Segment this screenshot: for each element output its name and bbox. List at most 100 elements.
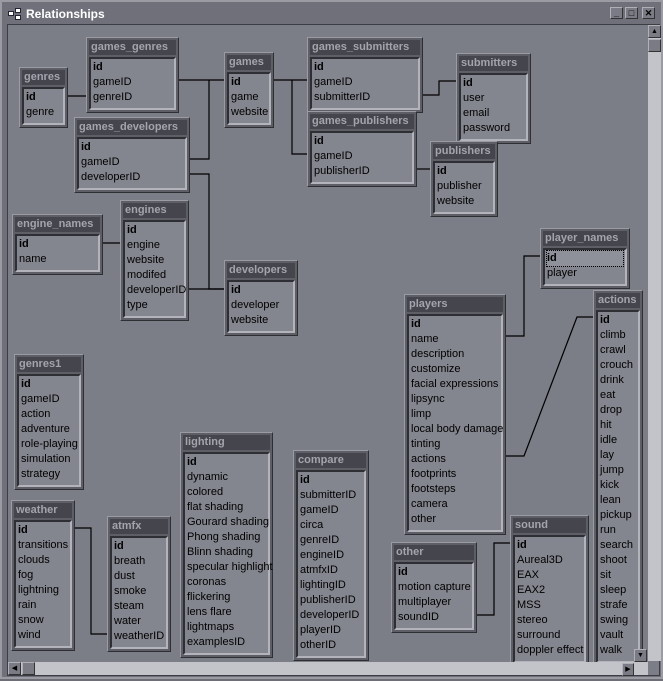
field-item[interactable]: publisherID (314, 164, 410, 179)
field-list[interactable]: id name (15, 234, 100, 272)
field-item[interactable]: local body damage (411, 422, 503, 437)
field-item[interactable]: id (463, 76, 524, 91)
field-item[interactable]: developerID (127, 283, 186, 298)
field-item[interactable]: id (600, 313, 636, 328)
field-item[interactable]: genre (26, 105, 61, 120)
table-title[interactable]: games_submitters (310, 40, 420, 55)
field-item[interactable]: gameID (314, 149, 410, 164)
field-item[interactable]: Aureal3D (517, 553, 582, 568)
field-item[interactable]: playerID (300, 623, 362, 638)
field-item[interactable]: id (517, 538, 582, 553)
field-item[interactable]: id (127, 223, 182, 238)
field-item[interactable]: crouch (600, 358, 636, 373)
field-item[interactable]: idle (600, 433, 636, 448)
table-games[interactable]: games id game website (224, 52, 274, 128)
table-sound[interactable]: sound id Aureal3D EAX EAX2 MSS stereo surround d… (510, 515, 589, 666)
table-title[interactable]: publishers (433, 144, 495, 159)
field-item[interactable]: footsteps (411, 482, 499, 497)
field-item[interactable]: fog (18, 568, 68, 583)
relationships-canvas[interactable]: genres id genre games_genres id gameID genreID… (7, 24, 660, 676)
field-list[interactable]: id Aureal3D EAX EAX2 MSS stereo surround dopple… (513, 535, 586, 663)
field-item[interactable]: developerID (300, 608, 362, 623)
table-player_names[interactable]: player_names id player (540, 228, 630, 289)
field-list[interactable]: id submitterID gameID circa genreID engineID a… (296, 470, 366, 658)
field-item[interactable]: Phong shading (187, 530, 266, 545)
table-title[interactable]: genres (22, 70, 65, 85)
field-item[interactable]: action (21, 407, 77, 422)
table-engine_names[interactable]: engine_namesid name (12, 214, 103, 275)
field-list[interactable]: id developer website (227, 280, 295, 333)
field-item[interactable]: weatherID (114, 629, 164, 644)
table-title[interactable]: weather (14, 503, 72, 518)
field-list[interactable]: id player (543, 248, 627, 286)
table-title[interactable]: games_genres (89, 40, 176, 55)
field-item[interactable]: lipsync (411, 392, 499, 407)
field-item[interactable]: name (19, 252, 96, 267)
field-item[interactable]: multiplayer (398, 595, 470, 610)
field-item[interactable]: otherID (300, 638, 362, 653)
horizontal-scrollbar[interactable]: ◀ ▶ (8, 662, 648, 675)
table-games_genres[interactable]: games_genres id gameID genreID (86, 37, 179, 113)
scroll-down-button[interactable]: ▼ (634, 649, 647, 662)
table-games_submitters[interactable]: games_submitters id gameID submitterID (307, 37, 423, 113)
table-title[interactable]: games (227, 55, 271, 70)
field-item[interactable]: rain (18, 598, 68, 613)
field-item[interactable]: submitterID (314, 90, 416, 105)
field-item[interactable]: sit (600, 568, 636, 583)
field-item[interactable]: website (127, 253, 182, 268)
field-list[interactable]: id climb crawl crouch drink eat drop hit idle lay… (596, 310, 640, 663)
table-title[interactable]: actions (596, 293, 640, 308)
field-item[interactable]: shoot (600, 553, 636, 568)
field-item[interactable]: colored (187, 485, 266, 500)
field-item[interactable]: surround (517, 628, 582, 643)
table-games_developers[interactable]: games_developers id gameID developerID (74, 117, 190, 193)
vertical-scrollbar[interactable]: ▲ (648, 25, 661, 661)
field-item[interactable]: engine (127, 238, 182, 253)
field-item[interactable]: kick (600, 478, 636, 493)
table-title[interactable]: atmfx (110, 519, 168, 534)
field-item[interactable]: breath (114, 554, 164, 569)
field-item[interactable]: doppler effect (517, 643, 583, 658)
field-item[interactable]: drink (600, 373, 636, 388)
field-item[interactable]: id (398, 565, 470, 580)
field-item[interactable]: specular highlight (187, 560, 273, 575)
field-item[interactable]: publisher (437, 179, 491, 194)
table-title[interactable]: player_names (543, 231, 627, 246)
field-list[interactable]: id name description customize facial express… (407, 314, 503, 532)
table-players[interactable]: players id name description customize facial … (404, 294, 506, 535)
field-item[interactable]: clouds (18, 553, 68, 568)
field-item[interactable]: id (314, 60, 416, 75)
field-item[interactable]: dynamic (187, 470, 266, 485)
field-list[interactable]: id gameID action adventure role-playing simul… (17, 374, 81, 487)
field-item[interactable]: modifed (127, 268, 182, 283)
table-title[interactable]: engine_names (15, 217, 100, 232)
table-genres[interactable]: genres id genre (19, 67, 68, 128)
field-item[interactable]: lightingID (300, 578, 362, 593)
field-item[interactable]: Gourard shading (187, 515, 269, 530)
table-other[interactable]: other id motion capture multiplayer soundID (391, 542, 477, 633)
field-item[interactable]: id (93, 60, 172, 75)
scroll-left-button[interactable]: ◀ (8, 662, 21, 675)
field-item[interactable]: strafe (600, 598, 636, 613)
field-item[interactable]: vault (600, 628, 636, 643)
field-item[interactable]: id (21, 377, 77, 392)
field-item[interactable]: lightmaps (187, 620, 266, 635)
field-item[interactable]: search (600, 538, 636, 553)
field-item[interactable]: customize (411, 362, 499, 377)
table-atmfx[interactable]: atmfx id breath dust smoke steam water weatherI… (107, 516, 171, 652)
field-item[interactable]: footprints (411, 467, 499, 482)
table-title[interactable]: engines (123, 203, 186, 218)
field-item[interactable]: lightning (18, 583, 68, 598)
table-genres1[interactable]: genres1 id gameID action adventure role-playi… (14, 354, 84, 490)
table-actions[interactable]: actions id climb crawl crouch drink eat drop hit… (593, 290, 643, 666)
field-item[interactable]: wind (18, 628, 68, 643)
field-item[interactable]: gameID (21, 392, 77, 407)
field-item[interactable]: stereo (517, 613, 582, 628)
table-title[interactable]: sound (513, 518, 586, 533)
table-publishers[interactable]: publishers id publisher website (430, 141, 498, 217)
table-title[interactable]: games_developers (77, 120, 187, 135)
table-compare[interactable]: compare id submitterID gameID circa genreID en… (293, 450, 369, 661)
field-item[interactable]: genreID (93, 90, 172, 105)
field-item[interactable]: gameID (81, 155, 183, 170)
field-item[interactable]: other (411, 512, 499, 527)
